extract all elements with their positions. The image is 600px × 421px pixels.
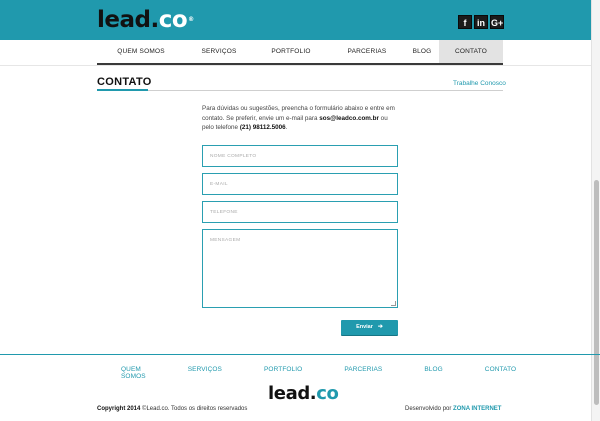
linkedin-icon[interactable]: in [474,15,488,29]
name-input[interactable]: NOME COMPLETO [202,145,398,167]
footer-link-quem-somos[interactable]: QUEM SOMOS [97,366,164,380]
resize-handle-icon[interactable] [391,301,396,306]
site-header: lead.co® f in G+ [0,0,600,40]
arrow-right-icon: ➔ [377,324,383,330]
phone-input[interactable]: TELEFONE [202,201,398,223]
send-button-label: Enviar [356,324,373,330]
facebook-icon[interactable]: f [458,15,472,29]
site-logo[interactable]: lead.co® [97,7,194,33]
footer-nav: QUEM SOMOS SERVIÇOS PORTFOLIO PARCERIAS … [97,366,516,380]
nav-item-blog[interactable]: BLOG [405,40,439,63]
nav-item-servicos[interactable]: SERVIÇOS [185,40,253,63]
phone-placeholder: TELEFONE [210,210,238,215]
nav-divider [0,65,600,66]
logo-main-text: lead. [97,7,159,33]
nav-item-portfolio[interactable]: PORTFOLIO [253,40,329,63]
nav-item-contato[interactable]: CONTATO [439,40,503,63]
page-title: CONTATO [97,76,152,88]
footer-divider [0,354,600,355]
contact-intro: Para dúvidas ou sugestões, preencha o fo… [202,105,395,131]
email-placeholder: E-MAIL [210,182,228,187]
trabalhe-conosco-link[interactable]: Trabalhe Conosco [453,80,506,87]
footer-link-contato[interactable]: CONTATO [461,366,534,380]
contact-phone: (21) 98112.5006 [239,124,286,131]
send-button[interactable]: Enviar ➔ [341,320,398,335]
copyright-text: Copyright 2014 ©Lead.co. Todos os direit… [97,406,248,412]
title-divider [97,90,503,91]
scrollbar-thumb[interactable] [594,180,599,405]
developer-link[interactable]: ZONA INTERNET [453,406,501,412]
message-textarea[interactable]: MENSAGEM [202,229,398,308]
contact-email[interactable]: sos@leadco.com.br [319,115,379,122]
name-placeholder: NOME COMPLETO [210,154,257,159]
google-plus-icon[interactable]: G+ [490,15,504,29]
title-underline [97,89,148,91]
logo-co-text: co [158,7,188,33]
nav-item-quem-somos[interactable]: QUEM SOMOS [97,40,185,63]
footer-logo[interactable]: lead.co [268,384,339,404]
developer-credit: Desenvolvido por ZONA INTERNET [405,406,502,412]
email-input[interactable]: E-MAIL [202,173,398,195]
main-nav: QUEM SOMOS SERVIÇOS PORTFOLIO PARCERIAS … [97,40,503,65]
footer-link-servicos[interactable]: SERVIÇOS [164,366,240,380]
social-links: f in G+ [456,15,504,29]
nav-item-parcerias[interactable]: PARCERIAS [329,40,405,63]
message-placeholder: MENSAGEM [210,238,241,243]
footer-link-portfolio[interactable]: PORTFOLIO [240,366,320,380]
footer-link-blog[interactable]: BLOG [400,366,460,380]
footer-link-parcerias[interactable]: PARCERIAS [320,366,400,380]
page-scrollbar[interactable] [591,0,600,421]
